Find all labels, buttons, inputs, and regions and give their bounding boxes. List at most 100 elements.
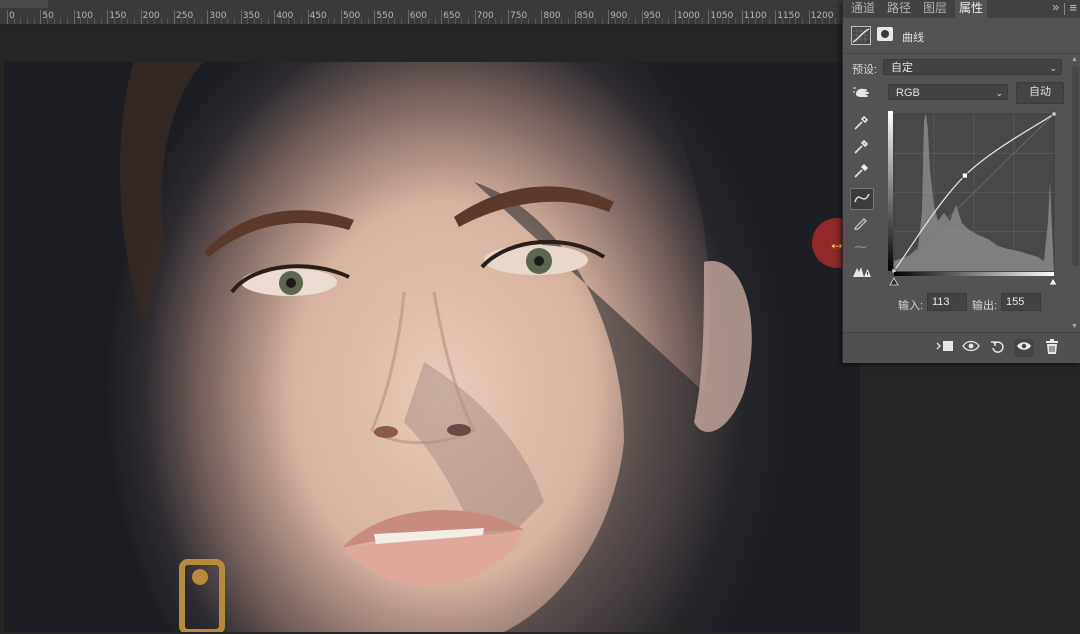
ruler-tick-label: 150 bbox=[109, 11, 127, 21]
channel-dropdown[interactable]: RGB ⌄ bbox=[888, 84, 1008, 100]
tab-paths[interactable]: 路径 bbox=[883, 0, 915, 18]
ruler-tick-label: 800 bbox=[543, 11, 561, 21]
ruler-minor-tick bbox=[821, 18, 823, 24]
ruler-minor-tick bbox=[180, 18, 182, 24]
toggle-visibility-button[interactable] bbox=[1014, 339, 1034, 357]
preset-dropdown[interactable]: 自定 ⌄ bbox=[883, 59, 1062, 75]
ruler-major-tick bbox=[474, 10, 476, 24]
black-input-slider[interactable] bbox=[889, 277, 899, 286]
scroll-thumb[interactable] bbox=[1072, 66, 1079, 266]
ruler-minor-tick bbox=[300, 18, 302, 24]
ruler-tick-label: 200 bbox=[142, 11, 160, 21]
ruler-minor-tick bbox=[481, 18, 483, 24]
clip-to-layer-icon bbox=[936, 341, 953, 351]
ruler-minor-tick bbox=[414, 18, 416, 24]
ruler-minor-tick bbox=[234, 18, 236, 24]
ruler-major-tick bbox=[140, 10, 142, 24]
output-label: 输出: bbox=[972, 300, 998, 312]
ruler-minor-tick bbox=[534, 18, 536, 24]
tab-layers[interactable]: 图层 bbox=[919, 0, 951, 18]
ruler-minor-tick bbox=[661, 18, 663, 24]
panel-menu-icon[interactable]: ≡ bbox=[1069, 0, 1077, 15]
ruler-minor-tick bbox=[614, 18, 616, 24]
ruler-minor-tick bbox=[447, 18, 449, 24]
layer-mask-icon[interactable] bbox=[877, 27, 893, 41]
ruler-minor-tick bbox=[514, 18, 516, 24]
black-point-eyedropper[interactable] bbox=[850, 113, 872, 133]
ruler-minor-tick bbox=[815, 18, 817, 24]
ruler-minor-tick bbox=[688, 18, 690, 24]
ruler-minor-tick bbox=[314, 18, 316, 24]
pencil-tool[interactable] bbox=[850, 212, 872, 232]
curve-control-point[interactable] bbox=[1051, 111, 1057, 117]
ruler-minor-tick bbox=[494, 18, 496, 24]
ruler-minor-tick bbox=[127, 18, 129, 24]
ruler-minor-tick bbox=[133, 18, 135, 24]
ruler-minor-tick bbox=[100, 18, 102, 24]
clip-to-layer-button[interactable] bbox=[935, 339, 955, 357]
curves-adjustment-icon[interactable] bbox=[851, 26, 871, 45]
chevron-down-icon: ⌄ bbox=[995, 88, 1003, 98]
adjustment-title: 曲线 bbox=[902, 32, 924, 44]
ruler-minor-tick bbox=[795, 18, 797, 24]
panel-scrollbar[interactable]: ▲ ▼ bbox=[1070, 54, 1080, 332]
ruler-major-tick bbox=[207, 10, 209, 24]
ruler-major-tick bbox=[73, 10, 75, 24]
reset-button[interactable] bbox=[988, 339, 1008, 357]
ruler-tick-label: 550 bbox=[376, 11, 394, 21]
ruler-minor-tick bbox=[394, 18, 396, 24]
ruler-minor-tick bbox=[755, 18, 757, 24]
ruler-major-tick bbox=[775, 10, 777, 24]
ruler-major-tick bbox=[7, 10, 8, 24]
ruler-tick-label: 900 bbox=[610, 11, 628, 21]
ruler-minor-tick bbox=[267, 18, 269, 24]
ruler-tick-label: 700 bbox=[476, 11, 494, 21]
ruler-minor-tick bbox=[781, 18, 783, 24]
curve-control-point[interactable] bbox=[962, 172, 968, 179]
document-tab-strip[interactable] bbox=[0, 0, 48, 8]
ruler-minor-tick bbox=[227, 18, 229, 24]
ruler-minor-tick bbox=[601, 18, 603, 24]
ruler-minor-tick bbox=[67, 18, 69, 24]
ruler-major-tick bbox=[675, 10, 676, 24]
expand-panel-icon[interactable]: » bbox=[1052, 0, 1059, 14]
view-previous-button[interactable] bbox=[961, 339, 981, 357]
ruler-minor-tick bbox=[421, 18, 423, 24]
scroll-up-icon[interactable]: ▲ bbox=[1071, 56, 1078, 63]
ruler-major-tick bbox=[341, 10, 342, 24]
ruler-minor-tick bbox=[467, 18, 469, 24]
on-image-adjust-tool[interactable] bbox=[850, 83, 872, 103]
ruler-minor-tick bbox=[528, 18, 530, 24]
ruler-minor-tick bbox=[347, 18, 349, 24]
delete-adjustment-button[interactable] bbox=[1042, 339, 1062, 357]
ruler-tick-label: 600 bbox=[409, 11, 427, 21]
ruler-minor-tick bbox=[160, 18, 162, 24]
input-value-field[interactable]: 113 bbox=[927, 293, 967, 311]
ruler-tick-label: 950 bbox=[643, 11, 661, 21]
ruler-minor-tick bbox=[634, 18, 636, 24]
tab-channels[interactable]: 通道 bbox=[847, 0, 879, 18]
auto-button[interactable]: 自动 bbox=[1016, 82, 1064, 104]
tab-properties[interactable]: 属性 bbox=[955, 0, 988, 18]
ruler-minor-tick bbox=[53, 18, 55, 24]
ruler-minor-tick bbox=[454, 18, 456, 24]
ruler-minor-tick bbox=[194, 18, 196, 24]
ruler-minor-tick bbox=[748, 18, 750, 24]
hand-adjust-icon bbox=[853, 87, 869, 97]
curve-point-tool[interactable] bbox=[850, 188, 874, 210]
portrait-photo[interactable] bbox=[4, 62, 860, 632]
scroll-down-icon[interactable]: ▼ bbox=[1071, 323, 1078, 330]
ruler-minor-tick bbox=[280, 18, 282, 24]
chevron-down-icon: ⌄ bbox=[1049, 63, 1057, 73]
ruler-minor-tick bbox=[327, 18, 329, 24]
ruler-major-tick bbox=[641, 10, 643, 24]
ruler-minor-tick bbox=[487, 18, 489, 24]
output-value-field[interactable]: 155 bbox=[1001, 293, 1041, 311]
white-input-slider[interactable] bbox=[1048, 277, 1058, 286]
white-point-eyedropper[interactable] bbox=[850, 161, 872, 181]
gray-point-eyedropper[interactable] bbox=[850, 137, 872, 157]
curves-graph[interactable] bbox=[888, 111, 1058, 287]
smooth-tool[interactable] bbox=[850, 236, 872, 256]
clipping-warning-tool[interactable] bbox=[850, 262, 872, 282]
ruler-minor-tick bbox=[93, 18, 95, 24]
